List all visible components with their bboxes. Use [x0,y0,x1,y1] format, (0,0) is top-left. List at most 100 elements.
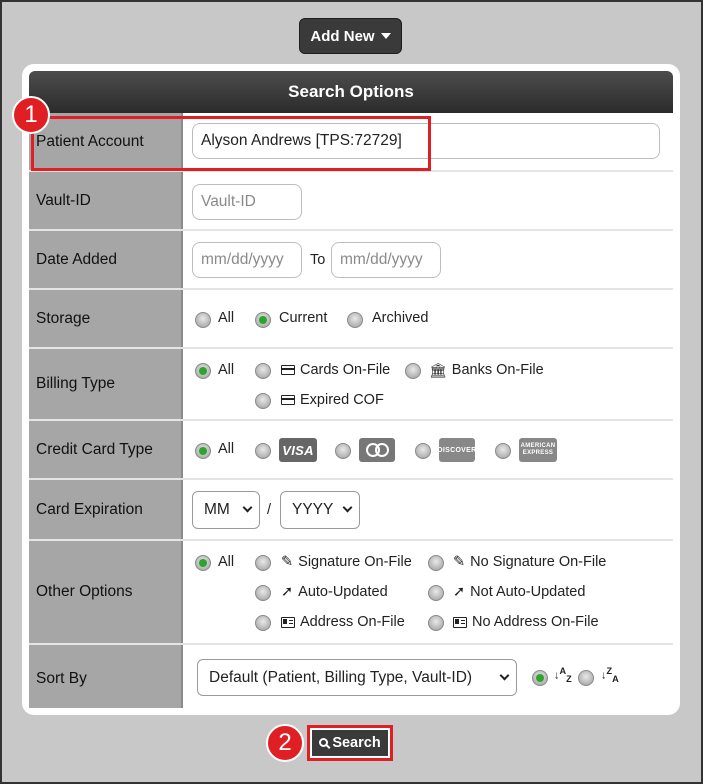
billing-banks-radio[interactable] [405,363,421,379]
bank-icon: 🏛 [429,362,447,378]
address-card-icon [281,616,295,628]
vault-id-input[interactable]: Vault-ID [192,184,302,220]
date-added-to-input[interactable]: mm/dd/yyyy [331,242,441,278]
patient-account-highlight [31,116,431,171]
chevron-down-icon [342,502,353,513]
add-new-label: Add New [310,27,375,45]
expiration-month-value: MM [204,501,230,518]
other-auto-updated-radio[interactable] [255,585,271,601]
sort-ascending-icon: ↓AZ [554,666,572,684]
other-signature-option: ✎ Signature On-File [281,554,412,570]
expiration-year-select[interactable]: YYYY [280,491,360,529]
row-card-expiration: Card Expiration MM / YYYY [29,480,673,541]
expiration-separator: / [267,502,272,518]
expiration-month-select[interactable]: MM [192,491,260,529]
cc-discover-radio[interactable] [415,443,431,459]
billing-cards-radio[interactable] [255,363,271,379]
sort-descending-radio[interactable] [578,670,594,686]
other-signature-radio[interactable] [255,555,271,571]
other-address-radio[interactable] [255,615,271,631]
mastercard-logo-icon [359,438,395,462]
other-no-address-option: No Address On-File [453,614,599,630]
billing-cards-option: Cards On-File [281,362,390,378]
row-other-options: Other Options All ✎ Signature On-File ✎ … [29,541,673,645]
other-not-auto-updated-radio[interactable] [428,585,444,601]
sort-ascending-radio[interactable] [532,670,548,686]
sort-descending-icon: ↓ZA [601,666,619,684]
date-added-from-input[interactable]: mm/dd/yyyy [192,242,302,278]
other-auto-updated-label: Auto-Updated [298,584,388,600]
pen-icon: ✎ [281,554,294,570]
row-date-added: Date Added mm/dd/yyyy To mm/dd/yyyy [29,231,673,290]
card-expiration-label: Card Expiration [29,480,183,539]
other-signature-label: Signature On-File [298,554,412,570]
expiration-year-value: YYYY [292,501,334,518]
billing-type-label: Billing Type [29,349,183,419]
billing-expired-label: Expired COF [300,392,384,408]
step-2-badge: 2 [266,724,304,762]
row-billing-type: Billing Type All Cards On-File 🏛 Banks O… [29,349,673,421]
credit-card-icon [281,395,295,405]
other-no-signature-radio[interactable] [428,555,444,571]
cc-amex-radio[interactable] [495,443,511,459]
billing-banks-option: 🏛 Banks On-File [429,362,544,378]
search-button[interactable]: Search [307,725,393,761]
pen-icon: ✎ [453,554,466,570]
other-no-address-radio[interactable] [428,615,444,631]
other-not-auto-updated-label: Not Auto-Updated [470,584,586,600]
row-vault-id: Vault-ID Vault-ID [29,172,673,231]
other-address-option: Address On-File [281,614,405,630]
cc-mastercard-radio[interactable] [335,443,351,459]
add-new-button[interactable]: Add New [299,18,402,54]
other-no-address-label: No Address On-File [472,614,599,630]
visa-logo-icon: VISA [279,438,317,462]
other-no-signature-label: No Signature On-File [470,554,607,570]
other-no-signature-option: ✎ No Signature On-File [453,554,606,570]
sort-by-select[interactable]: Default (Patient, Billing Type, Vault-ID… [197,659,517,696]
rocket-icon: ➚ [453,584,466,600]
other-not-auto-updated-option: ➚ Not Auto-Updated [453,584,585,600]
row-credit-card-type: Credit Card Type All VISA DISCOVER AMERI… [29,421,673,480]
other-all-label: All [218,554,235,570]
amex-logo-icon: AMERICAN EXPRESS [519,438,557,462]
row-sort-by: Sort By Default (Patient, Billing Type, … [29,645,673,708]
cc-all-label: All [218,441,235,457]
other-address-label: Address On-File [300,614,405,630]
search-icon [319,737,329,747]
sort-by-value: Default (Patient, Billing Type, Vault-ID… [209,668,473,686]
billing-expired-option: Expired COF [281,392,384,408]
row-storage: Storage All Current Archived [29,290,673,349]
panel-title: Search Options [29,71,673,113]
storage-all-radio[interactable] [195,312,211,328]
storage-all-label: All [218,310,235,326]
cc-visa-radio[interactable] [255,443,271,459]
storage-archived-radio[interactable] [347,312,363,328]
date-added-to-label: To [310,252,326,268]
storage-archived-label: Archived [372,310,429,326]
discover-logo-icon: DISCOVER [438,438,476,462]
other-all-radio[interactable] [195,555,211,571]
storage-current-label: Current [279,310,328,326]
chevron-down-icon [499,670,510,680]
billing-all-radio[interactable] [195,363,211,379]
step-1-badge: 1 [12,96,50,134]
sort-by-label: Sort By [29,645,183,708]
rocket-icon: ➚ [281,584,294,600]
date-added-label: Date Added [29,231,183,288]
vault-id-label: Vault-ID [29,172,183,229]
billing-cards-label: Cards On-File [300,362,391,378]
chevron-down-icon [242,502,253,513]
other-options-label: Other Options [29,541,183,643]
storage-current-radio[interactable] [255,312,271,328]
caret-down-icon [380,33,391,39]
credit-card-type-label: Credit Card Type [29,421,183,478]
address-card-icon [453,616,467,628]
storage-label: Storage [29,290,183,347]
search-label: Search [332,735,381,751]
cc-all-radio[interactable] [195,443,211,459]
billing-expired-radio[interactable] [255,393,271,409]
credit-card-icon [281,365,295,375]
billing-all-label: All [218,362,235,378]
billing-banks-label: Banks On-File [451,362,544,378]
other-auto-updated-option: ➚ Auto-Updated [281,584,388,600]
